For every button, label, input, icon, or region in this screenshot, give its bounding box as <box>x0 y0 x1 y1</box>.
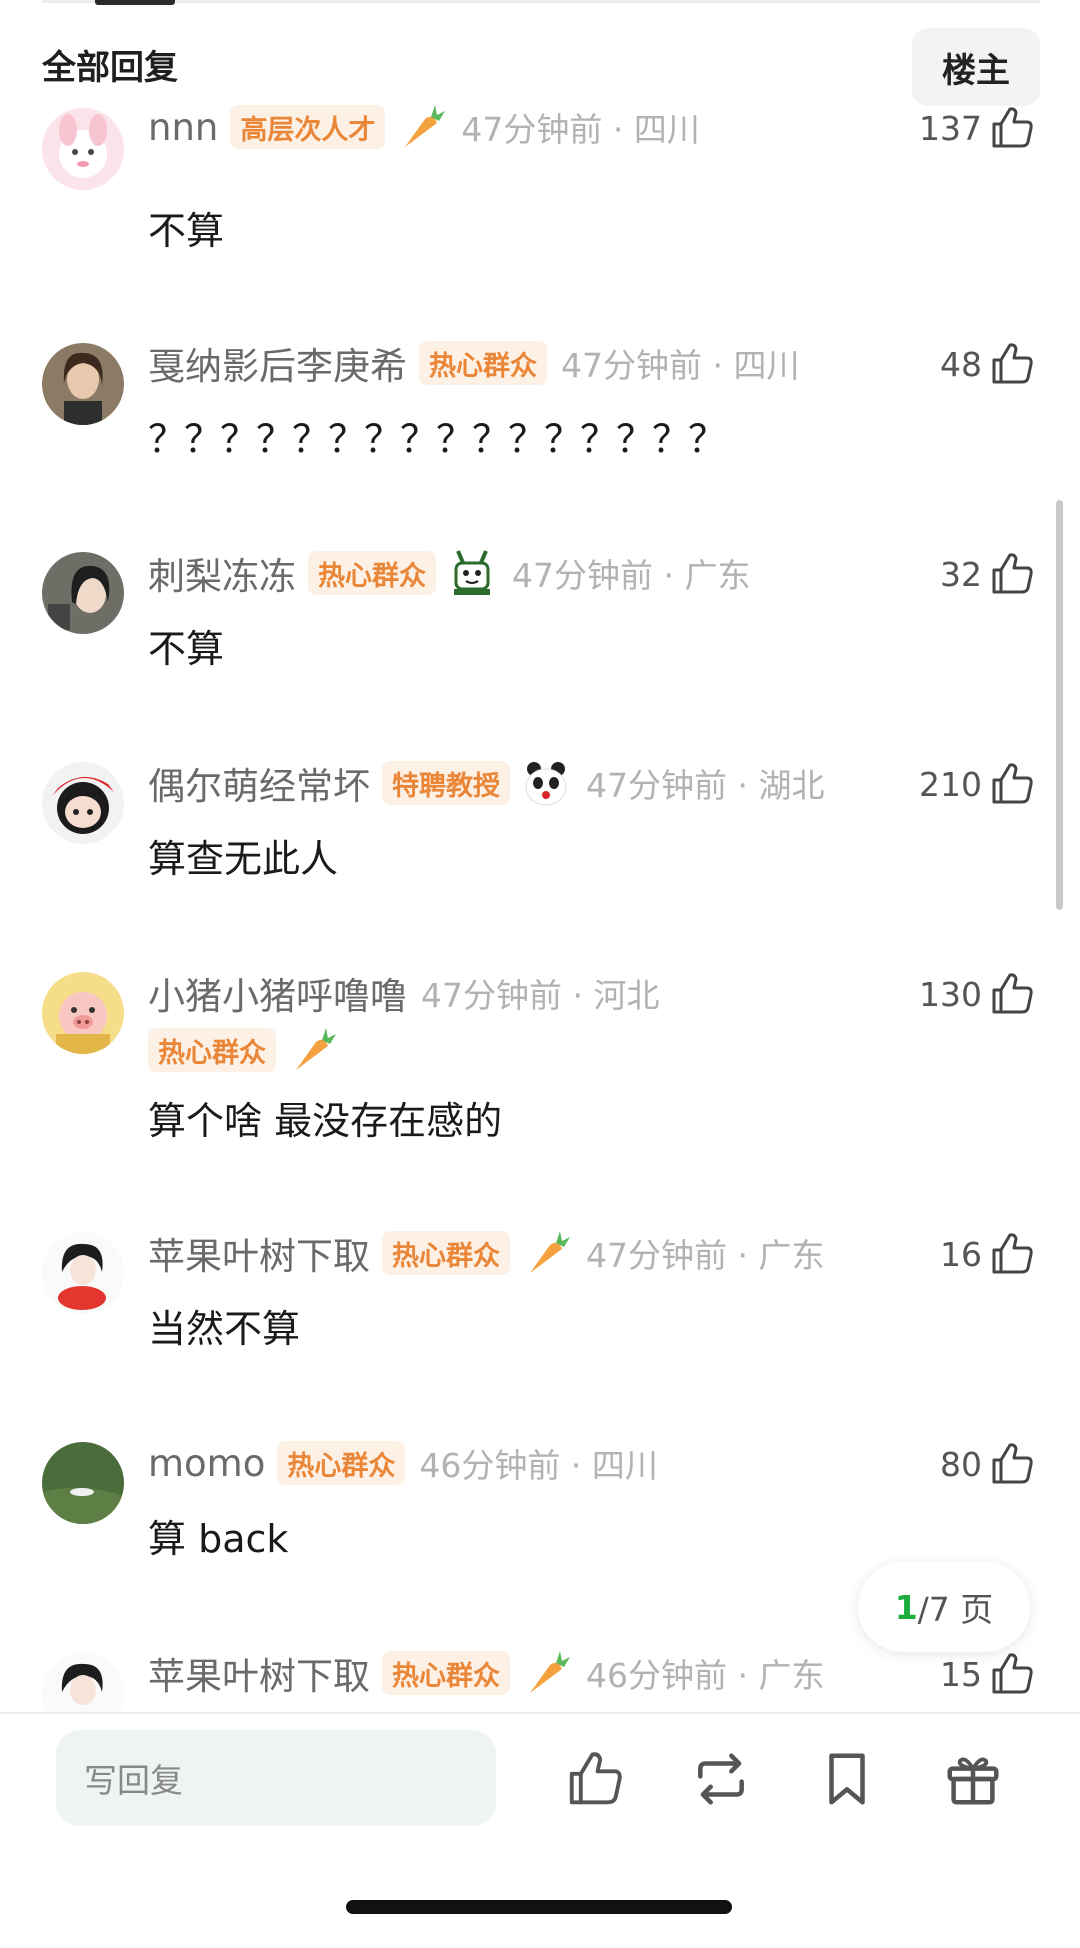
timestamp-location: 47分钟前 · 河北 <box>421 976 660 1015</box>
current-page: 1 <box>894 1587 918 1627</box>
username[interactable]: 苹果叶树下取 <box>148 1226 370 1280</box>
comment-text: 算个啥 最没存在感的 <box>148 1099 503 1143</box>
thumbs-up-icon <box>988 550 1036 598</box>
like-count: 16 <box>940 1234 982 1274</box>
rabbit-icon <box>446 547 498 599</box>
comment-meta: 刺梨冻冻 热心群众 47分钟前 · 广东 <box>148 548 750 598</box>
comment-meta: 偶尔萌经常坏 特聘教授 47分钟前 · 湖北 <box>148 758 824 808</box>
like-count: 137 <box>919 108 982 148</box>
bottom-action-bar: 写回复 <box>0 1712 1080 1948</box>
user-badge[interactable]: 热心群众 <box>308 551 436 595</box>
comment-meta: 小猪小猪呼噜噜 47分钟前 · 河北 <box>148 968 659 1018</box>
carrot-icon <box>286 1024 338 1076</box>
comment-text: 当然不算 <box>148 1307 301 1351</box>
thumbs-up-icon <box>988 1230 1036 1278</box>
like-post-button[interactable] <box>560 1744 630 1814</box>
avatar[interactable] <box>42 108 124 190</box>
avatar[interactable] <box>42 1652 124 1712</box>
user-badge[interactable]: 热心群众 <box>148 1028 276 1072</box>
thumbs-up-icon <box>564 1748 626 1810</box>
like-button[interactable]: 130 <box>919 966 1036 1022</box>
avatar[interactable] <box>42 1442 124 1524</box>
like-count: 80 <box>940 1444 982 1484</box>
comment-meta: nnn 高层次人才 47分钟前 · 四川 <box>148 102 700 152</box>
like-count: 130 <box>919 974 982 1014</box>
avatar[interactable] <box>42 1232 124 1314</box>
bookmark-icon <box>816 1748 878 1810</box>
like-button[interactable]: 137 <box>919 100 1036 156</box>
timestamp-location: 47分钟前 · 广东 <box>586 1236 825 1275</box>
like-button[interactable]: 210 <box>919 756 1036 812</box>
thumbs-up-icon <box>988 760 1036 808</box>
username[interactable]: nnn <box>148 106 218 149</box>
comment-meta-badges: 热心群众 <box>148 1022 338 1078</box>
bookmark-button[interactable] <box>812 1744 882 1814</box>
comment-text: 不算 <box>148 209 225 253</box>
thumbs-up-icon <box>988 1650 1036 1698</box>
gift-button[interactable] <box>938 1744 1008 1814</box>
username[interactable]: 小猪小猪呼噜噜 <box>148 966 407 1020</box>
owner-only-button[interactable]: 楼主 <box>912 28 1040 106</box>
panda-icon <box>520 757 572 809</box>
reply-input[interactable]: 写回复 <box>56 1730 496 1826</box>
page-indicator[interactable]: 1/7 页 <box>858 1562 1030 1652</box>
timestamp-location: 47分钟前 · 四川 <box>561 346 800 385</box>
scrollbar[interactable] <box>1056 500 1063 910</box>
comment-list[interactable]: nnn 高层次人才 47分钟前 · 四川 137 不算 戛纳影后李庚希 热心群众… <box>0 0 1080 1712</box>
like-button[interactable]: 80 <box>940 1436 1036 1492</box>
repost-button[interactable] <box>686 1744 756 1814</box>
total-pages: /7 页 <box>917 1590 994 1629</box>
comment-meta: 苹果叶树下取 热心群众 46分钟前 · 广东 <box>148 1648 824 1698</box>
username[interactable]: 偶尔萌经常坏 <box>148 756 370 810</box>
like-count: 32 <box>940 554 982 594</box>
like-button[interactable]: 16 <box>940 1226 1036 1282</box>
reply-header: 全部回复 楼主 <box>42 28 1040 106</box>
comment-text: 算 back <box>148 1517 289 1561</box>
comment-text: ？？？？？？？？？？？？？？？？ <box>148 417 726 461</box>
like-count: 210 <box>919 764 982 804</box>
thumbs-up-icon <box>988 340 1036 388</box>
timestamp-location: 47分钟前 · 四川 <box>461 110 700 149</box>
home-indicator <box>346 1900 732 1914</box>
username[interactable]: momo <box>148 1442 265 1485</box>
user-badge[interactable]: 热心群众 <box>419 341 547 385</box>
like-button[interactable]: 15 <box>940 1646 1036 1702</box>
timestamp-location: 47分钟前 · 湖北 <box>586 766 825 805</box>
thumbs-up-icon <box>988 104 1036 152</box>
user-badge[interactable]: 热心群众 <box>382 1231 510 1275</box>
timestamp-location: 47分钟前 · 广东 <box>512 556 751 595</box>
thumbs-up-icon <box>988 1440 1036 1488</box>
user-badge[interactable]: 热心群众 <box>277 1441 406 1485</box>
like-count: 15 <box>940 1654 982 1694</box>
like-button[interactable]: 32 <box>940 546 1036 602</box>
avatar[interactable] <box>42 762 124 844</box>
username[interactable]: 戛纳影后李庚希 <box>148 336 407 390</box>
username[interactable]: 刺梨冻冻 <box>148 546 296 600</box>
avatar[interactable] <box>42 972 124 1054</box>
comment-text: 不算 <box>148 627 225 671</box>
carrot-icon <box>520 1227 572 1279</box>
comment-meta: 戛纳影后李庚希 热心群众 47分钟前 · 四川 <box>148 338 799 388</box>
avatar[interactable] <box>42 343 124 425</box>
comment-text: 算查无此人 <box>148 837 339 881</box>
user-badge[interactable]: 高层次人才 <box>230 105 386 149</box>
carrot-icon <box>395 101 447 153</box>
comment-meta: momo 热心群众 46分钟前 · 四川 <box>148 1438 658 1488</box>
carrot-icon <box>520 1647 572 1699</box>
timestamp-location: 46分钟前 · 广东 <box>586 1656 825 1695</box>
comment-meta: 苹果叶树下取 热心群众 47分钟前 · 广东 <box>148 1228 824 1278</box>
gift-icon <box>942 1748 1004 1810</box>
repost-icon <box>690 1748 752 1810</box>
thumbs-up-icon <box>988 970 1036 1018</box>
like-button[interactable]: 48 <box>940 336 1036 392</box>
username[interactable]: 苹果叶树下取 <box>148 1646 370 1700</box>
avatar[interactable] <box>42 552 124 634</box>
user-badge[interactable]: 特聘教授 <box>382 761 510 805</box>
timestamp-location: 46分钟前 · 四川 <box>419 1446 658 1485</box>
user-badge[interactable]: 热心群众 <box>382 1651 510 1695</box>
section-title: 全部回复 <box>42 48 178 88</box>
like-count: 48 <box>940 344 982 384</box>
